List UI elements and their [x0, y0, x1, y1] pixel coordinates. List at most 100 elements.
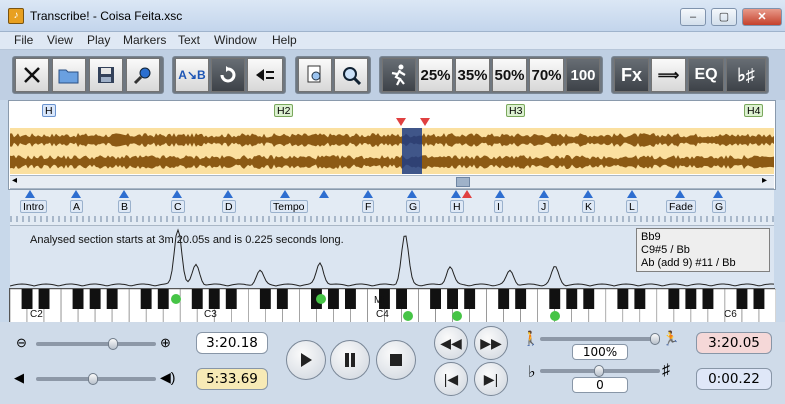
loop-end-marker[interactable] [420, 118, 430, 126]
volume-low-icon[interactable]: ◀ [14, 370, 24, 386]
black-key[interactable] [225, 289, 237, 309]
running-man-icon[interactable] [382, 58, 416, 92]
marker-g[interactable]: G [406, 200, 421, 213]
marker-h[interactable]: H [450, 200, 464, 213]
save-icon[interactable] [89, 58, 123, 92]
spelling-icon[interactable]: A↘B [175, 58, 209, 92]
karaoke-button[interactable]: ⟹ [651, 58, 686, 92]
speed-35-button[interactable]: 35% [455, 58, 490, 92]
loop-length-time[interactable]: 0:00.22 [696, 368, 772, 390]
zoom-slider[interactable] [36, 342, 156, 346]
marker-b[interactable]: B [118, 200, 132, 213]
black-key[interactable] [276, 289, 288, 309]
black-key[interactable] [668, 289, 680, 309]
waveform[interactable] [10, 128, 774, 174]
black-key[interactable] [157, 289, 169, 309]
black-key[interactable] [191, 289, 203, 309]
black-key[interactable] [72, 289, 84, 309]
black-key[interactable] [38, 289, 50, 309]
menu-text[interactable]: Text [178, 33, 200, 47]
black-key[interactable] [549, 289, 561, 309]
marker-g2[interactable]: G [712, 200, 727, 213]
speed-slider-knob[interactable] [650, 333, 660, 345]
black-key[interactable] [208, 289, 220, 309]
transpose-button[interactable]: ♭♯ [726, 58, 766, 92]
black-key[interactable] [140, 289, 152, 309]
marker-tempo[interactable]: Tempo [270, 200, 308, 213]
menu-markers[interactable]: Markers [123, 33, 166, 47]
pause-button[interactable] [330, 340, 370, 380]
horizontal-scrollbar[interactable]: ◂ ▸ [10, 175, 774, 189]
scroll-right-icon[interactable]: ▸ [762, 175, 767, 186]
zoom-out-icon[interactable] [334, 58, 368, 92]
length-time[interactable]: 5:33.69 [196, 368, 268, 390]
zoom-in-small-icon[interactable]: ⊕ [160, 335, 171, 351]
speed-50-button[interactable]: 50% [492, 58, 527, 92]
position-time[interactable]: 3:20.18 [196, 332, 268, 354]
section-h3[interactable]: H3 [506, 104, 526, 117]
black-key[interactable] [430, 289, 441, 309]
black-key[interactable] [464, 289, 476, 309]
maximize-button[interactable]: ▢ [711, 8, 737, 26]
marker-intro[interactable]: Intro [20, 200, 48, 213]
black-key[interactable] [328, 289, 339, 309]
scroll-thumb[interactable] [456, 177, 470, 187]
marker-d[interactable]: D [222, 200, 236, 213]
black-key[interactable] [106, 289, 118, 309]
go-to-start-button[interactable]: |◀ [434, 362, 468, 396]
rewind-button[interactable]: ◀◀ [434, 326, 468, 360]
black-key[interactable] [396, 289, 407, 309]
black-key[interactable] [736, 289, 748, 309]
go-to-end-button[interactable]: ▶| [474, 362, 508, 396]
eq-button[interactable]: EQ [688, 58, 724, 92]
marker-strip[interactable]: Intro A B C D Tempo F G H I J K L Fade G [10, 190, 774, 226]
volume-high-icon[interactable]: ◀) [160, 369, 175, 386]
fast-forward-button[interactable]: ▶▶ [474, 326, 508, 360]
menu-view[interactable]: View [47, 33, 73, 47]
marker-j[interactable]: J [538, 200, 550, 213]
effects-button[interactable]: Fx [614, 58, 649, 92]
section-h2[interactable]: H2 [274, 104, 294, 117]
loop-start-time[interactable]: 3:20.05 [696, 332, 772, 354]
pitch-value[interactable]: 0 [572, 377, 628, 393]
minimize-button[interactable]: – [680, 8, 706, 26]
close-file-icon[interactable] [15, 58, 49, 92]
marker-l[interactable]: L [626, 200, 638, 213]
black-key[interactable] [21, 289, 33, 309]
zoom-slider-knob[interactable] [108, 338, 118, 350]
menu-help[interactable]: Help [272, 33, 297, 47]
search-icon[interactable] [126, 58, 160, 92]
black-key[interactable] [345, 289, 356, 309]
scroll-left-icon[interactable]: ◂ [12, 175, 17, 186]
back-to-start-icon[interactable] [247, 58, 283, 92]
section-h[interactable]: H [42, 104, 56, 117]
black-key[interactable] [89, 289, 101, 309]
playhead-marker[interactable] [462, 190, 472, 198]
zoom-out-small-icon[interactable]: ⊖ [16, 335, 27, 351]
black-key[interactable] [498, 289, 510, 309]
speed-100-button[interactable]: 100 [566, 58, 600, 92]
section-h4[interactable]: H4 [744, 104, 764, 117]
marker-f[interactable]: F [362, 200, 375, 213]
black-key[interactable] [259, 289, 271, 309]
black-key[interactable] [702, 289, 714, 309]
speed-slider[interactable] [540, 337, 660, 341]
zoom-in-icon[interactable] [298, 58, 332, 92]
piano-keyboard[interactable]: C2 C3 C4 Mi C6 [9, 288, 777, 324]
pitch-slider-knob[interactable] [594, 365, 604, 377]
loop-icon[interactable] [211, 58, 245, 92]
play-button[interactable] [286, 340, 326, 380]
black-key[interactable] [753, 289, 765, 309]
open-file-icon[interactable] [52, 58, 86, 92]
speed-70-button[interactable]: 70% [529, 58, 564, 92]
speed-25-button[interactable]: 25% [418, 58, 453, 92]
marker-a[interactable]: A [70, 200, 84, 213]
black-key[interactable] [447, 289, 458, 309]
menu-window[interactable]: Window [214, 33, 257, 47]
marker-k[interactable]: K [582, 200, 596, 213]
stop-button[interactable] [376, 340, 416, 380]
marker-fade[interactable]: Fade [666, 200, 696, 213]
black-key[interactable] [617, 289, 629, 309]
black-key[interactable] [634, 289, 646, 309]
close-button[interactable]: ✕ [742, 8, 782, 26]
